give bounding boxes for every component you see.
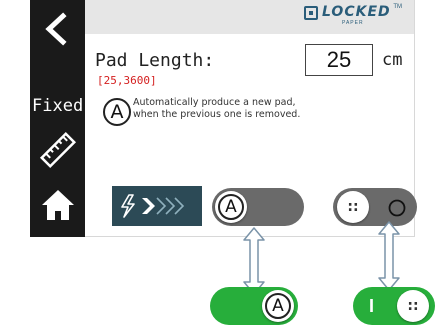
- pause-knob-label: ::: [347, 199, 359, 215]
- feed-lightning-icon: [121, 194, 185, 218]
- pause-on-knob-label: ::: [407, 298, 419, 314]
- double-arrow-icon: [243, 227, 265, 295]
- pause-toggle-on-state: I ::: [353, 287, 435, 325]
- on-mark: I: [369, 296, 375, 316]
- top-bar: LOCKED PAPER TM: [85, 0, 414, 34]
- auto-toggle-on-knob: A: [262, 290, 294, 322]
- feed-button[interactable]: [112, 186, 202, 226]
- logo-sub: PAPER: [342, 20, 364, 26]
- auto-mode-description-line2: when the previous one is removed.: [133, 109, 301, 120]
- auto-knob-label: A: [225, 197, 237, 217]
- logo-brand: LOCKED: [322, 4, 391, 20]
- mode-label: Fixed: [32, 96, 84, 116]
- sidebar: Fixed: [30, 0, 85, 237]
- auto-toggle-on-state: A: [210, 287, 298, 325]
- pause-toggle[interactable]: ::: [333, 188, 417, 226]
- ruler-icon[interactable]: [38, 130, 78, 170]
- pause-toggle-on-knob: ::: [397, 290, 429, 322]
- auto-mode-toggle[interactable]: A: [212, 188, 304, 226]
- auto-mode-icon: A: [103, 98, 131, 126]
- pad-length-range: [25,3600]: [97, 74, 157, 87]
- chevron-left-icon[interactable]: [38, 10, 76, 48]
- double-arrow-icon: [378, 221, 400, 291]
- logo-tm: TM: [393, 4, 402, 10]
- logo-mark: [304, 6, 318, 20]
- auto-mode-description: Automatically produce a new pad, when th…: [133, 97, 333, 121]
- auto-mode-description-line1: Automatically produce a new pad,: [133, 97, 296, 108]
- off-circle-icon: [388, 199, 406, 217]
- pad-length-label: Pad Length:: [95, 50, 215, 71]
- pause-toggle-knob: ::: [337, 191, 369, 223]
- pad-length-unit: cm: [382, 50, 403, 70]
- pad-length-input[interactable]: 25: [305, 44, 373, 76]
- locked-paper-logo: LOCKED PAPER TM: [304, 4, 404, 30]
- auto-toggle-knob: A: [215, 191, 247, 223]
- auto-on-knob-label: A: [272, 296, 284, 316]
- home-icon[interactable]: [39, 186, 77, 224]
